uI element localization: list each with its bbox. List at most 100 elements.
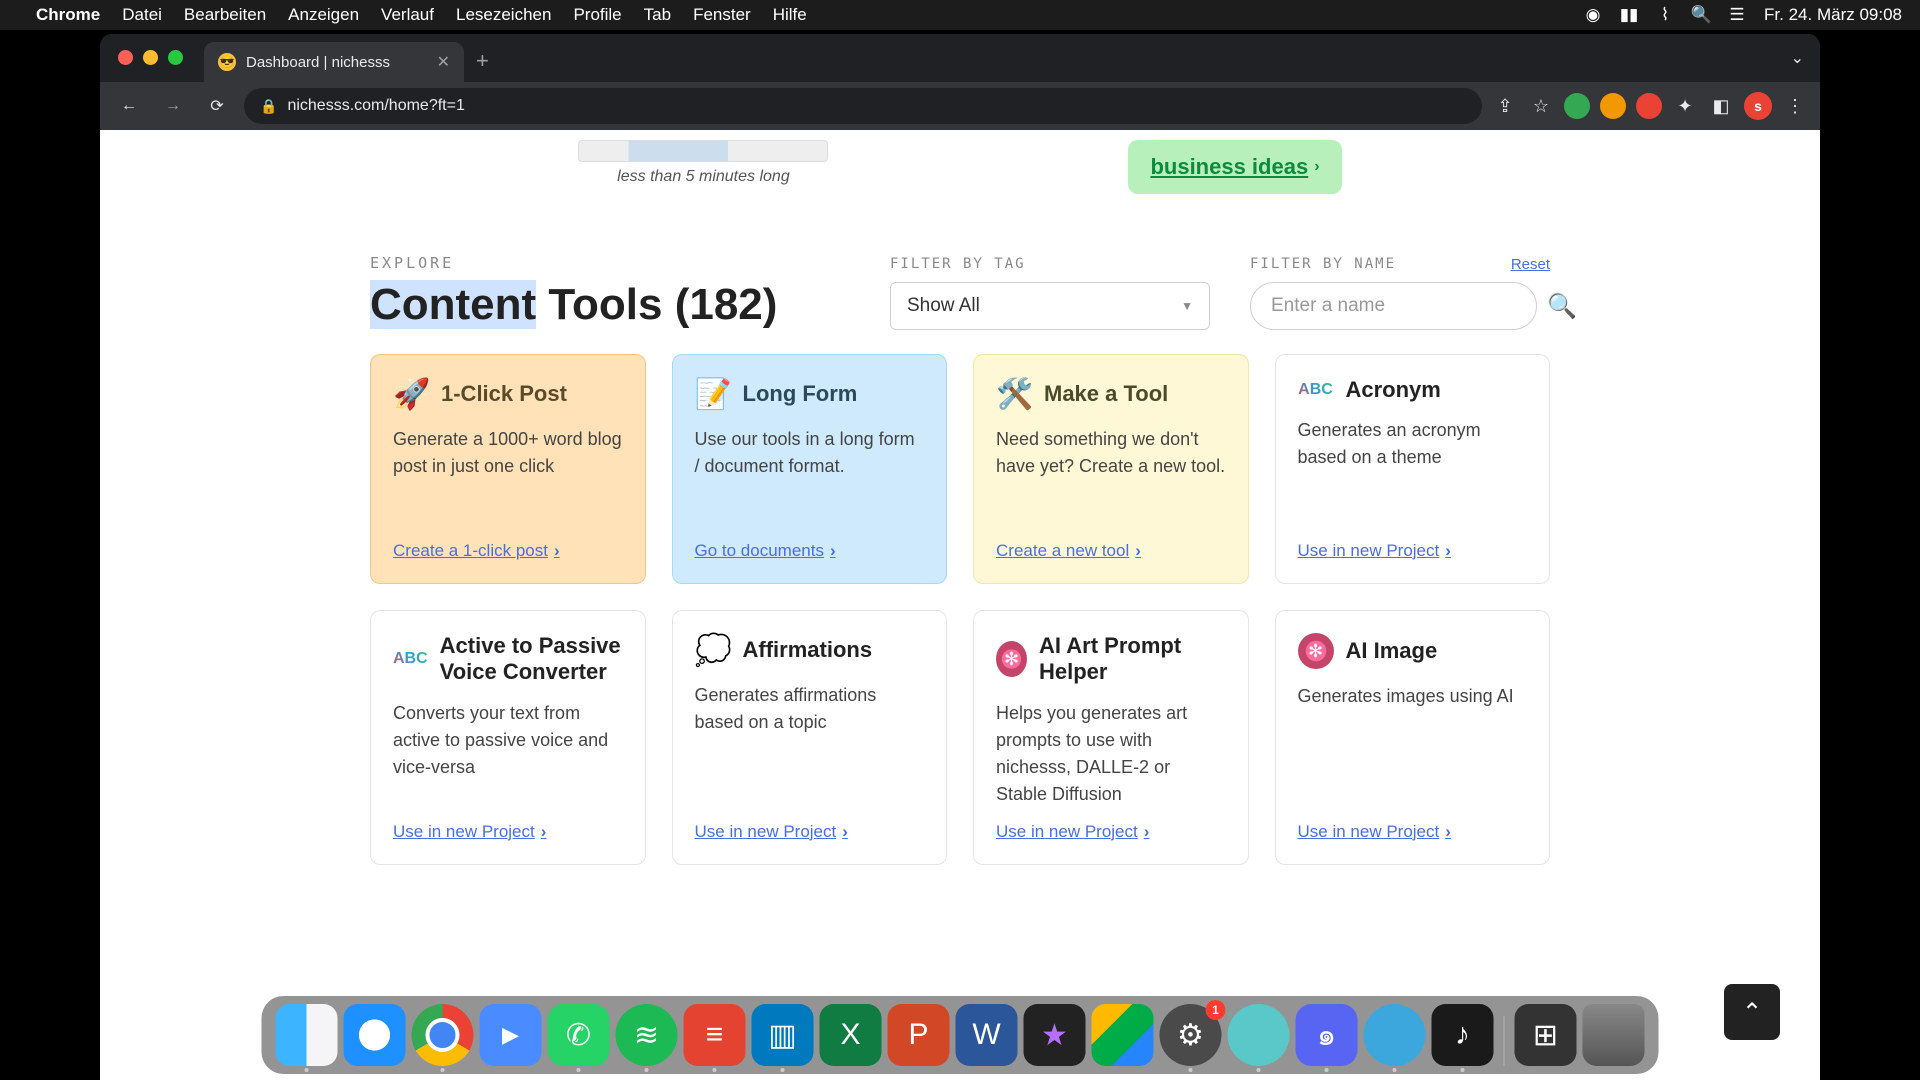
extensions-puzzle-icon[interactable]: ✦ bbox=[1672, 96, 1698, 117]
caret-down-icon: ▼ bbox=[1181, 299, 1193, 313]
dock-word[interactable]: W bbox=[956, 1004, 1018, 1066]
page-content: less than 5 minutes long business ideas … bbox=[100, 130, 1820, 1080]
chevron-right-icon: › bbox=[554, 541, 560, 561]
status-search-icon[interactable]: 🔍 bbox=[1692, 6, 1710, 24]
card-action-link[interactable]: Create a 1-click post› bbox=[393, 541, 623, 561]
reset-link[interactable]: Reset bbox=[1511, 256, 1550, 273]
dock-trello[interactable]: ▥ bbox=[752, 1004, 814, 1066]
chrome-menu-icon[interactable]: ⋮ bbox=[1782, 96, 1808, 117]
macos-dock: ▶ ✆ ≋ ≡ ▥ X P W ★ ⚙1 ๑ ♪ ⊞ bbox=[262, 996, 1659, 1074]
nav-back-button[interactable]: ← bbox=[112, 89, 146, 123]
new-tab-button[interactable]: + bbox=[476, 48, 489, 74]
card-ai-image[interactable]: ✻ AI Image Generates images using AI Use… bbox=[1275, 610, 1551, 865]
menu-datei[interactable]: Datei bbox=[122, 5, 162, 25]
card-title: Acronym bbox=[1346, 377, 1441, 403]
menu-hilfe[interactable]: Hilfe bbox=[773, 5, 807, 25]
menu-lesezeichen[interactable]: Lesezeichen bbox=[456, 5, 551, 25]
menubar-clock[interactable]: Fr. 24. März 09:08 bbox=[1764, 5, 1902, 25]
dock-imovie[interactable]: ★ bbox=[1024, 1004, 1086, 1066]
dock-whatsapp[interactable]: ✆ bbox=[548, 1004, 610, 1066]
tab-close-icon[interactable]: ✕ bbox=[437, 52, 450, 72]
macos-menubar: Chrome Datei Bearbeiten Anzeigen Verlauf… bbox=[0, 0, 1920, 30]
window-maximize-button[interactable] bbox=[168, 50, 183, 65]
status-battery-icon[interactable]: ▮▮ bbox=[1620, 6, 1638, 24]
card-long-form[interactable]: 📝 Long Form Use our tools in a long form… bbox=[672, 354, 948, 584]
menu-anzeigen[interactable]: Anzeigen bbox=[288, 5, 359, 25]
nav-reload-button[interactable]: ⟳ bbox=[200, 89, 234, 123]
dock-app-blue[interactable] bbox=[1364, 1004, 1426, 1066]
dock-todoist[interactable]: ≡ bbox=[684, 1004, 746, 1066]
card-action-link[interactable]: Create a new tool› bbox=[996, 541, 1226, 561]
menu-verlauf[interactable]: Verlauf bbox=[381, 5, 434, 25]
extension-icon-3[interactable] bbox=[1636, 93, 1662, 119]
chevron-right-icon: › bbox=[1445, 541, 1451, 561]
card-acronym[interactable]: ABC Acronym Generates an acronym based o… bbox=[1275, 354, 1551, 584]
tab-dropdown-icon[interactable]: ⌄ bbox=[1791, 48, 1804, 68]
profile-avatar[interactable]: s bbox=[1744, 92, 1772, 120]
dock-chrome[interactable] bbox=[412, 1004, 474, 1066]
explore-label: EXPLORE bbox=[370, 254, 850, 272]
dock-trash[interactable] bbox=[1583, 1004, 1645, 1066]
chevron-right-icon: › bbox=[1314, 158, 1319, 176]
card-action-link[interactable]: Use in new Project› bbox=[695, 822, 925, 842]
dock-finder[interactable] bbox=[276, 1004, 338, 1066]
menubar-app-name[interactable]: Chrome bbox=[36, 5, 100, 25]
dock-spotify[interactable]: ≋ bbox=[616, 1004, 678, 1066]
chevron-right-icon: › bbox=[1135, 541, 1141, 561]
card-title: AI Art Prompt Helper bbox=[1039, 633, 1226, 686]
business-ideas-link[interactable]: business ideas bbox=[1150, 154, 1308, 180]
extension-icon-1[interactable] bbox=[1564, 93, 1590, 119]
dock-settings[interactable]: ⚙1 bbox=[1160, 1004, 1222, 1066]
card-make-a-tool[interactable]: 🛠️ Make a Tool Need something we don't h… bbox=[973, 354, 1249, 584]
dock-app-teal[interactable] bbox=[1228, 1004, 1290, 1066]
card-description: Generates affirmations based on a topic bbox=[695, 682, 925, 808]
dock-separator bbox=[1504, 1016, 1505, 1066]
card-affirmations[interactable]: 💭 Affirmations Generates affirmations ba… bbox=[672, 610, 948, 865]
dock-safari[interactable] bbox=[344, 1004, 406, 1066]
dock-app-dark[interactable]: ♪ bbox=[1432, 1004, 1494, 1066]
filter-by-name-label: FILTER BY NAME bbox=[1250, 256, 1550, 272]
status-record-icon[interactable]: ◉ bbox=[1584, 6, 1602, 24]
extension-icon-2[interactable] bbox=[1600, 93, 1626, 119]
scroll-to-top-button[interactable]: ⌃ bbox=[1724, 984, 1780, 1040]
search-icon[interactable]: 🔍 bbox=[1547, 292, 1577, 321]
nav-forward-button[interactable]: → bbox=[156, 89, 190, 123]
status-control-center-icon[interactable]: ☰ bbox=[1728, 6, 1746, 24]
dock-zoom[interactable]: ▶ bbox=[480, 1004, 542, 1066]
window-close-button[interactable] bbox=[118, 50, 133, 65]
card-action-link[interactable]: Use in new Project› bbox=[393, 822, 623, 842]
menu-tab[interactable]: Tab bbox=[644, 5, 671, 25]
card-action-link[interactable]: Use in new Project› bbox=[1298, 822, 1528, 842]
menu-fenster[interactable]: Fenster bbox=[693, 5, 751, 25]
abc-icon: ABC bbox=[1298, 381, 1334, 399]
tag-filter-select[interactable]: Show All ▼ bbox=[890, 282, 1210, 330]
dock-powerpoint[interactable]: P bbox=[888, 1004, 950, 1066]
tag-filter-value: Show All bbox=[907, 295, 980, 317]
window-minimize-button[interactable] bbox=[143, 50, 158, 65]
menu-bearbeiten[interactable]: Bearbeiten bbox=[184, 5, 266, 25]
share-icon[interactable]: ⇪ bbox=[1492, 96, 1518, 117]
dock-excel[interactable]: X bbox=[820, 1004, 882, 1066]
card-active-passive[interactable]: ABC Active to Passive Voice Converter Co… bbox=[370, 610, 646, 865]
name-filter-input[interactable] bbox=[1250, 282, 1537, 330]
video-thumbnail[interactable] bbox=[578, 140, 828, 162]
dock-launchpad[interactable]: ⊞ bbox=[1515, 1004, 1577, 1066]
rocket-icon: 🚀 bbox=[393, 377, 429, 412]
bookmark-star-icon[interactable]: ☆ bbox=[1528, 96, 1554, 117]
sidepanel-icon[interactable]: ◧ bbox=[1708, 96, 1734, 117]
card-action-link[interactable]: Use in new Project› bbox=[996, 822, 1226, 842]
card-1-click-post[interactable]: 🚀 1-Click Post Generate a 1000+ word blo… bbox=[370, 354, 646, 584]
card-action-link[interactable]: Use in new Project› bbox=[1298, 541, 1528, 561]
address-bar[interactable]: 🔒 nichesss.com/home?ft=1 bbox=[244, 88, 1482, 124]
filter-by-tag-label: FILTER BY TAG bbox=[890, 256, 1210, 272]
card-action-link[interactable]: Go to documents› bbox=[695, 541, 925, 561]
tab-title: Dashboard | nichesss bbox=[246, 54, 390, 71]
browser-tab[interactable]: 😎 Dashboard | nichesss ✕ bbox=[204, 42, 464, 82]
card-ai-art-prompt[interactable]: ✻ AI Art Prompt Helper Helps you generat… bbox=[973, 610, 1249, 865]
dock-drive[interactable] bbox=[1092, 1004, 1154, 1066]
menu-profile[interactable]: Profile bbox=[573, 5, 621, 25]
card-description: Helps you generates art prompts to use w… bbox=[996, 700, 1226, 808]
status-wifi-icon[interactable]: ⌇ bbox=[1656, 6, 1674, 24]
dock-discord[interactable]: ๑ bbox=[1296, 1004, 1358, 1066]
business-ideas-card[interactable]: business ideas › bbox=[1128, 140, 1341, 194]
